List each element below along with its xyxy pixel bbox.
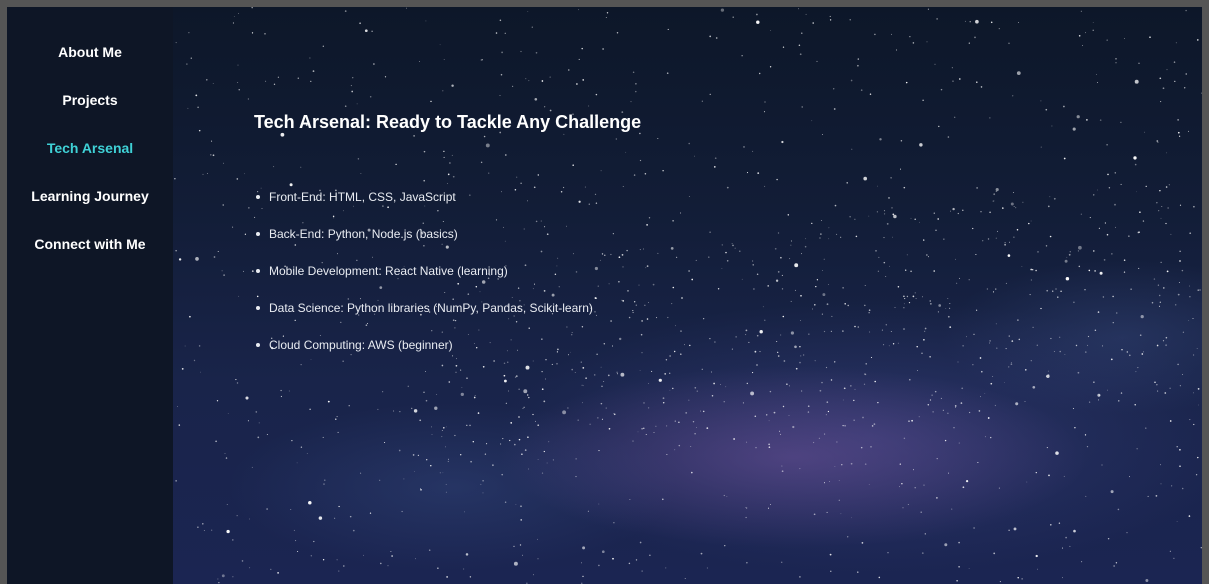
starfield-background xyxy=(174,7,1202,584)
sidebar-item-projects[interactable]: Projects xyxy=(7,91,173,109)
bullet-icon xyxy=(256,232,260,236)
sidebar-item-about-me[interactable]: About Me xyxy=(7,43,173,61)
page-title: Tech Arsenal: Ready to Tackle Any Challe… xyxy=(254,112,642,132)
sidebar-item-connect-with-me[interactable]: Connect with Me xyxy=(7,235,173,253)
bullet-icon xyxy=(256,195,260,199)
sidebar-item-tech-arsenal[interactable]: Tech Arsenal xyxy=(7,139,173,157)
skill-mobile-development: Mobile Development: React Native (learni… xyxy=(269,264,508,278)
skill-front-end: Front-End: HTML, CSS, JavaScript xyxy=(269,190,456,204)
main-content: Tech Arsenal: Ready to Tackle Any Challe… xyxy=(173,7,1202,584)
skill-cloud-computing: Cloud Computing: AWS (beginner) xyxy=(269,338,453,352)
skill-back-end: Back-End: Python, Node.js (basics) xyxy=(269,227,458,241)
skill-data-science: Data Science: Python libraries (NumPy, P… xyxy=(269,301,593,315)
sidebar-item-learning-journey[interactable]: Learning Journey xyxy=(7,187,173,205)
bullet-icon xyxy=(256,269,260,273)
bullet-icon xyxy=(256,306,260,310)
sidebar-nav: About Me Projects Tech Arsenal Learning … xyxy=(7,7,173,584)
app-window: About Me Projects Tech Arsenal Learning … xyxy=(7,7,1202,584)
bullet-icon xyxy=(256,343,260,347)
